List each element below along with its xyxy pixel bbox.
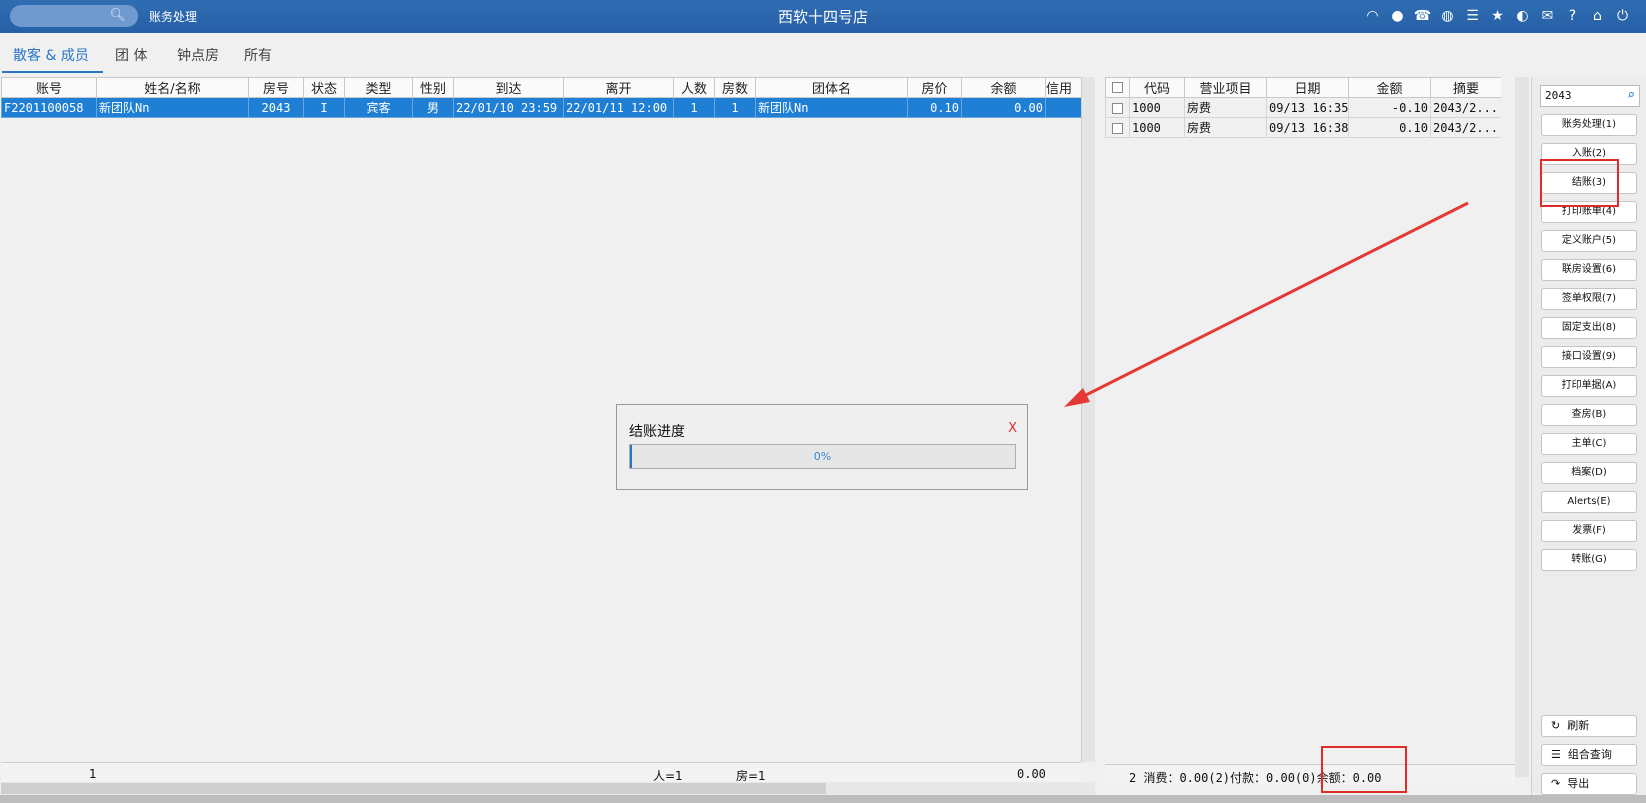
annotation-arrow	[1064, 201, 1469, 407]
window-bottom-edge	[0, 795, 1646, 803]
